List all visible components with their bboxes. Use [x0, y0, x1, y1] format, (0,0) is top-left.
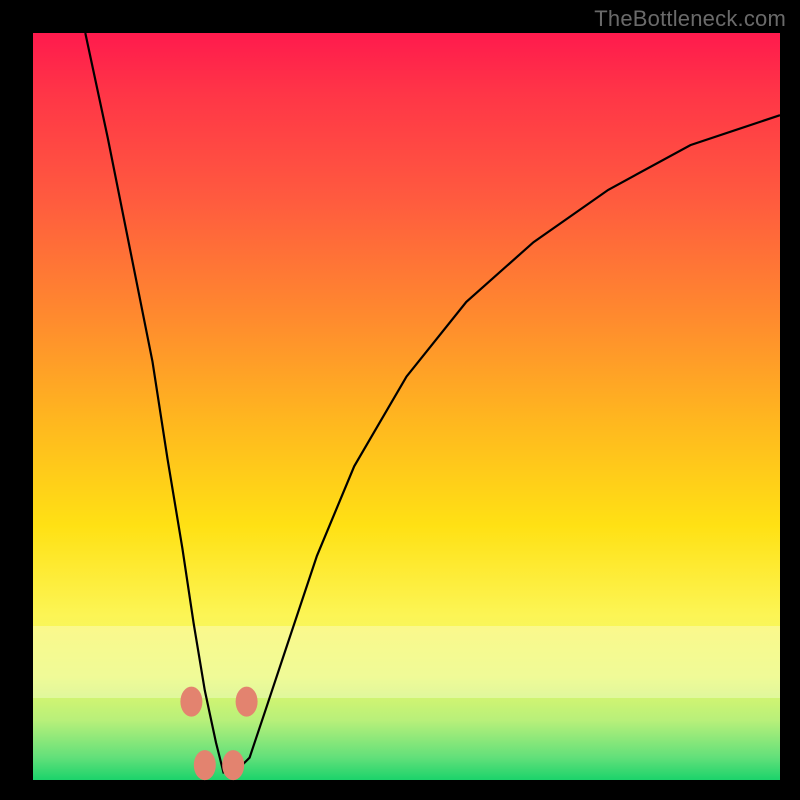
curve-marker	[222, 750, 244, 780]
curve-marker	[180, 687, 202, 717]
watermark-text: TheBottleneck.com	[594, 6, 786, 32]
chart-plot-area	[33, 33, 780, 780]
curve-marker-group	[180, 687, 257, 781]
curve-marker	[194, 750, 216, 780]
bottleneck-curve	[85, 33, 780, 773]
curve-marker	[236, 687, 258, 717]
chart-frame: TheBottleneck.com	[0, 0, 800, 800]
